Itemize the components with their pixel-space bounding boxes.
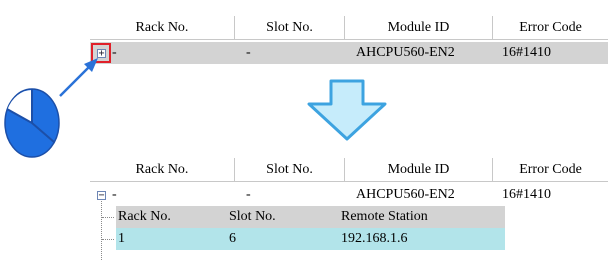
table-row[interactable]: - - AHCPU560-EN2 16#1410 (90, 184, 608, 206)
sub-rack-no-cell: 1 (118, 231, 125, 246)
mouse-left-click-icon (4, 88, 60, 158)
sub-column-header-slot-no[interactable]: Slot No. (229, 206, 276, 228)
collapse-minus-icon[interactable]: − (97, 191, 106, 201)
slot-no-cell: - (246, 187, 251, 202)
tree-line (102, 217, 114, 218)
column-header-slot-no[interactable]: Slot No. (235, 16, 345, 39)
table-row[interactable]: - - AHCPU560-EN2 16#1410 (90, 42, 608, 64)
sub-table-row[interactable]: 1 6 192.168.1.6 (116, 228, 505, 250)
before-grid-header: Rack No. Slot No. Module ID Error Code (90, 16, 608, 40)
column-header-rack-no[interactable]: Rack No. (90, 16, 235, 39)
tree-line (102, 239, 114, 240)
slot-no-cell: - (246, 45, 251, 60)
tree-line (101, 201, 102, 260)
module-id-cell: AHCPU560-EN2 (356, 187, 455, 202)
pointer-arrow-icon (59, 58, 98, 97)
column-header-slot-no[interactable]: Slot No. (235, 158, 345, 181)
error-code-cell: 16#1410 (502, 187, 551, 202)
after-grid-header: Rack No. Slot No. Module ID Error Code (90, 158, 608, 182)
after-grid: Rack No. Slot No. Module ID Error Code -… (90, 158, 608, 260)
column-header-module-id[interactable]: Module ID (345, 16, 493, 39)
column-header-module-id[interactable]: Module ID (345, 158, 493, 181)
before-grid: Rack No. Slot No. Module ID Error Code -… (90, 16, 608, 68)
sub-slot-no-cell: 6 (229, 231, 236, 246)
column-header-rack-no[interactable]: Rack No. (90, 158, 235, 181)
column-header-error-code[interactable]: Error Code (493, 16, 608, 39)
rack-no-cell: - (112, 187, 117, 202)
rack-no-cell: - (112, 45, 117, 60)
sub-column-header-rack-no[interactable]: Rack No. (118, 206, 171, 228)
error-code-cell: 16#1410 (502, 45, 551, 60)
column-header-error-code[interactable]: Error Code (493, 158, 608, 181)
sub-remote-station-cell: 192.168.1.6 (341, 231, 408, 246)
sub-table-header: Rack No. Slot No. Remote Station (116, 206, 505, 228)
down-arrow-icon (307, 79, 387, 141)
module-id-cell: AHCPU560-EN2 (356, 45, 455, 60)
sub-column-header-remote-station[interactable]: Remote Station (341, 206, 428, 228)
